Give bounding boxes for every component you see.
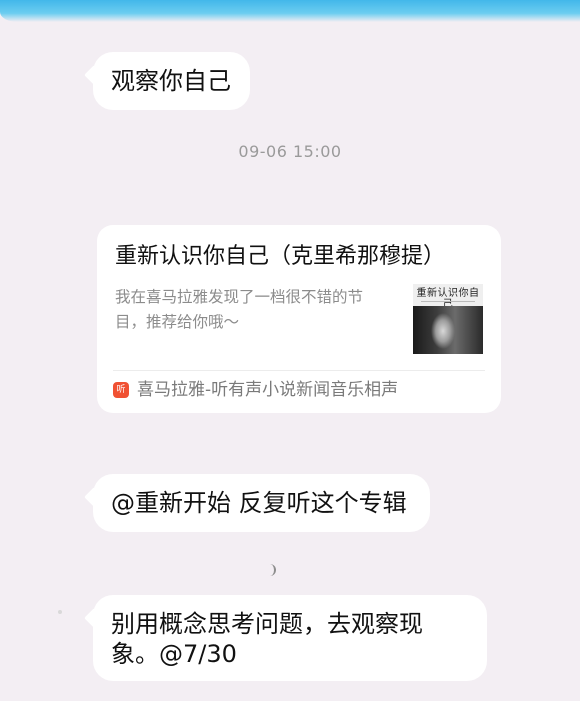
message-text-line: 象。@7/30: [111, 640, 237, 668]
card-title: 重新认识你自己（克里希那穆提）: [115, 244, 446, 269]
card-divider: [113, 370, 485, 371]
portrait-photo: [413, 306, 483, 354]
message-bubble[interactable]: 观察你自己: [93, 52, 250, 110]
message-timestamp: 09-06 15:00: [238, 142, 342, 161]
album-cover-thumbnail: 重新认识你自己: [413, 284, 483, 354]
message-bubble[interactable]: @重新开始 反复听这个专辑: [93, 474, 430, 532]
card-description: 我在喜马拉雅发现了一档很不错的节目，推荐给你哦～: [115, 288, 364, 331]
message-text: 观察你自己: [111, 67, 231, 95]
card-source-label: 喜马拉雅-听有声小说新闻音乐相声: [137, 380, 399, 400]
message-bubble[interactable]: 别用概念思考问题，去观察现 象。@7/30: [93, 595, 487, 681]
status-dot: [58, 610, 62, 614]
ximalaya-app-icon: 听: [113, 382, 129, 398]
top-status-strip: [0, 0, 580, 22]
message-text-line: 别用概念思考问题，去观察现: [111, 610, 423, 638]
thumbnail-rule: [421, 301, 475, 302]
shared-album-card[interactable]: 重新认识你自己（克里希那穆提） 我在喜马拉雅发现了一档很不错的节目，推荐给你哦～…: [97, 225, 501, 413]
loading-spinner-icon: [268, 564, 276, 576]
message-text: @重新开始 反复听这个专辑: [111, 489, 407, 517]
